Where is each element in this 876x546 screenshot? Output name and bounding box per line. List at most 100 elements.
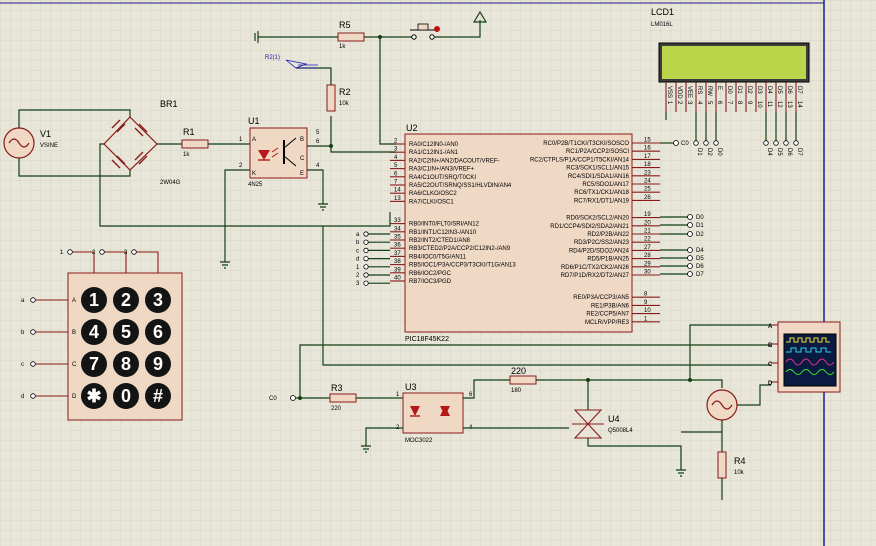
keypad-row-terminal[interactable] bbox=[30, 393, 36, 399]
pic-right-pin-num: 26 bbox=[644, 195, 651, 201]
rd-terminal[interactable] bbox=[687, 271, 693, 277]
pic-part: PIC18F45K22 bbox=[405, 336, 449, 343]
pic-right-pin-name: RC6/TX1/CK1/AN18 bbox=[574, 190, 629, 196]
u1-pin-c: C bbox=[300, 156, 305, 162]
r5-ref: R5 bbox=[339, 20, 351, 30]
pic-right-pin-num: 22 bbox=[644, 237, 651, 243]
pic-right-pin-name: RD1/CCP4/SDI2/SDA2/AN21 bbox=[550, 224, 629, 230]
keypad-row-terminal[interactable] bbox=[30, 329, 36, 335]
keypad-row-terminal[interactable] bbox=[30, 361, 36, 367]
oscilloscope[interactable]: A B C D bbox=[768, 321, 841, 393]
lcd-data-label: D5 bbox=[776, 148, 782, 156]
scope-channel-label: D bbox=[768, 381, 773, 387]
pic-left-pin-num: 34 bbox=[394, 226, 401, 232]
rd-terminal[interactable] bbox=[687, 214, 693, 220]
rd-terminal[interactable] bbox=[687, 231, 693, 237]
scope-channel-label: B bbox=[768, 343, 773, 349]
keypad-key-label: 0 bbox=[121, 386, 131, 406]
keypad-key-label: 2 bbox=[121, 290, 131, 310]
rd-terminal[interactable] bbox=[687, 255, 693, 261]
pic-right-pin-num: 30 bbox=[644, 270, 651, 276]
r3-value: 220 bbox=[331, 406, 342, 412]
lcd-pin-name: D3 bbox=[756, 86, 762, 94]
lcd-ref: LCD1 bbox=[651, 7, 674, 17]
lcd-data-terminal[interactable] bbox=[763, 140, 769, 146]
keypad-col-terminal[interactable] bbox=[131, 249, 137, 255]
lcd-data-terminal[interactable] bbox=[773, 140, 779, 146]
rb-terminal[interactable] bbox=[363, 239, 369, 245]
br1-part: 2W04G bbox=[160, 180, 181, 186]
pic-left-pin-name: RB5/IOC1/P3A/CCP3/T3CKI/T1G/AN13 bbox=[409, 263, 516, 269]
rb-terminal[interactable] bbox=[363, 255, 369, 262]
keypad-key-label: 6 bbox=[153, 322, 163, 342]
pic-left-pin-name: RB0/INT0/FLT0/SRI/AN12 bbox=[409, 222, 480, 228]
r4-value: 10k bbox=[734, 470, 745, 476]
lcd-pin-name: VSS bbox=[666, 86, 672, 98]
r3-ref: R3 bbox=[331, 383, 343, 393]
lcd-part: LM016L bbox=[651, 22, 673, 28]
lcd-pin-num: 11 bbox=[766, 101, 772, 108]
lcd-pin-name: D5 bbox=[776, 86, 782, 94]
lcd-pin-num: 13 bbox=[786, 101, 792, 108]
rd-terminal-label: D0 bbox=[696, 215, 704, 221]
lcd-pin-name: RS bbox=[696, 86, 702, 94]
lcd-data-terminal[interactable] bbox=[793, 140, 799, 146]
u1-ref: U1 bbox=[248, 116, 260, 126]
keypad-col-terminal[interactable] bbox=[67, 249, 73, 255]
pic-right-pin-name: RE2/CCP5/AN7 bbox=[586, 312, 629, 318]
rb-terminal[interactable] bbox=[363, 231, 369, 237]
pic-right-pin-num: 18 bbox=[644, 162, 651, 168]
pic-right-pin-name: RD3/P2C/SS2/AN23 bbox=[574, 240, 630, 246]
keypad-row-label: d bbox=[21, 394, 24, 400]
rd-terminal[interactable] bbox=[687, 247, 693, 253]
rd-terminal[interactable] bbox=[687, 222, 693, 228]
keypad-col-terminal[interactable] bbox=[99, 249, 105, 255]
keypad-key-label: 8 bbox=[121, 354, 131, 374]
rb-terminal[interactable] bbox=[363, 264, 369, 270]
pic-right-pin-num: 21 bbox=[644, 229, 651, 235]
rd-terminal[interactable] bbox=[687, 263, 693, 269]
pic-left-pin-num: 37 bbox=[394, 251, 401, 257]
ac-lamp-source[interactable] bbox=[706, 389, 738, 421]
rb-terminal[interactable] bbox=[363, 272, 369, 278]
pic-right-pin-name: RC1/P2A/CCP2/SOSCI bbox=[566, 149, 629, 155]
r-top-label: 220 bbox=[511, 366, 526, 376]
lcd-pin-name: E bbox=[716, 86, 722, 90]
lcd-rs-terminal[interactable] bbox=[713, 140, 719, 146]
pic-left-pin-name: RB6/IOC2/PGC bbox=[409, 271, 452, 277]
pic-right-pin-name: RE1/P3B/AN6 bbox=[591, 303, 630, 309]
pic-right-pin-name: RD7/P1D/RX2/DT2/AN27 bbox=[561, 273, 630, 279]
lcd-data-label: D6 bbox=[786, 148, 792, 156]
rb-terminal[interactable] bbox=[363, 247, 369, 253]
pic-right-pin-num: 10 bbox=[644, 308, 651, 314]
pic-right-pin-name: RD4/P2D/SDO2/AN24 bbox=[569, 248, 630, 254]
lcd-rs-terminal[interactable] bbox=[703, 140, 709, 146]
pic-left-pin-num: 38 bbox=[394, 259, 401, 265]
keypad-key-label: ✱ bbox=[86, 386, 101, 406]
pic-left-pin-name: RB2/INT2/CTED1/AN8 bbox=[409, 238, 471, 244]
rd-terminal-label: D5 bbox=[696, 256, 704, 262]
keypad-row-letter: B bbox=[72, 330, 76, 336]
lcd-pin-name: D1 bbox=[736, 86, 742, 94]
r2-ref: R2 bbox=[339, 87, 351, 97]
pic-right-pin-num: 15 bbox=[644, 138, 651, 144]
pic-right-pin-name: RD2/P2B/AN22 bbox=[587, 232, 629, 238]
pic-left-pin-num: 33 bbox=[394, 218, 401, 224]
pic-right-pin-num: 24 bbox=[644, 179, 651, 185]
lcd-rs-terminal[interactable] bbox=[693, 140, 699, 146]
lcd-pin-num: 10 bbox=[756, 101, 762, 108]
u3-ref: U3 bbox=[405, 382, 417, 392]
pic-left-pin-name: RA0/C12IN0-/AN0 bbox=[409, 142, 459, 148]
keypad-row-terminal[interactable] bbox=[30, 297, 36, 303]
pic-u2[interactable]: U2 PIC18F45K22 2RA0/C12IN0-/AN03RA1/C12I… bbox=[390, 123, 660, 343]
lcd-pin-name: D2 bbox=[746, 86, 752, 94]
pic-right-pin-name: RC7/RX1/DT1/AN19 bbox=[574, 198, 630, 204]
rb-terminal-label: c bbox=[356, 248, 359, 254]
r3-net-label: C0 bbox=[269, 396, 277, 402]
u1-part: 4N25 bbox=[248, 182, 263, 188]
rb-terminal[interactable] bbox=[363, 280, 369, 286]
lcd-data-terminal[interactable] bbox=[783, 140, 789, 146]
keypad-key-label: 7 bbox=[89, 354, 99, 374]
schematic-canvas: U2 PIC18F45K22 2 RA0/C12IN0-/AN0 3 RA1/C12I… bbox=[0, 0, 876, 546]
r1-ref: R1 bbox=[183, 127, 195, 137]
